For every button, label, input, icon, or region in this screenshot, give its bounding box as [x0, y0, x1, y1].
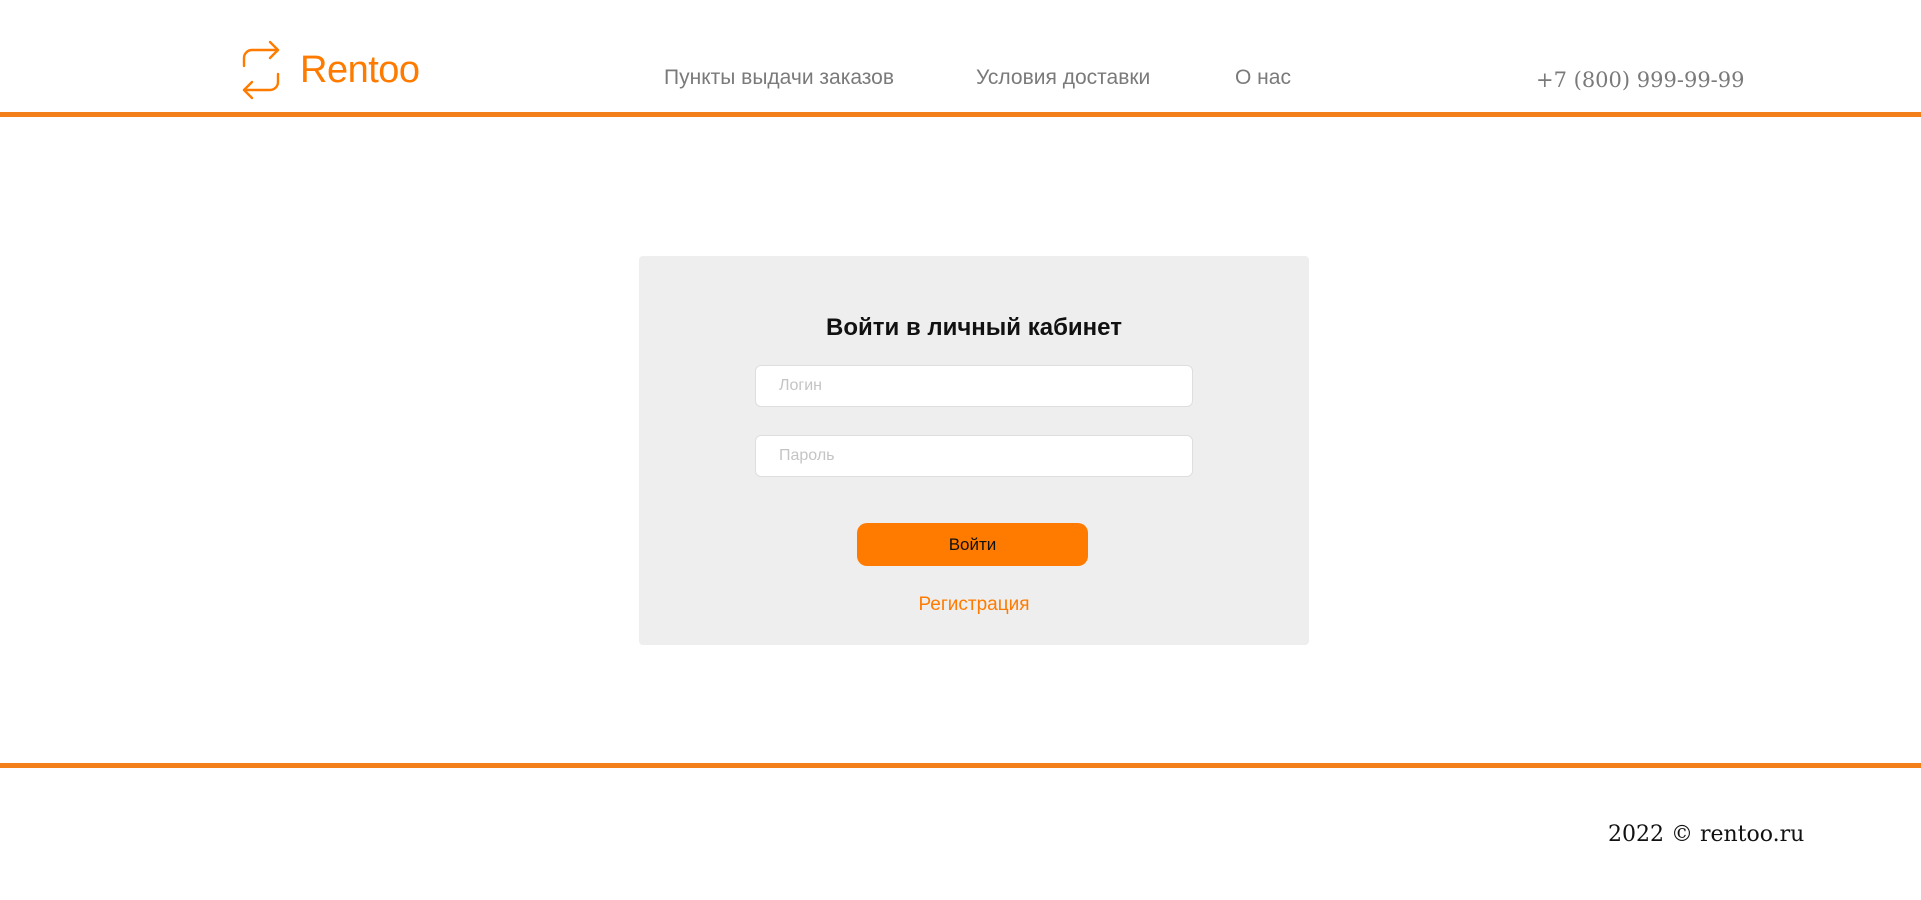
page: Rentoo Пункты выдачи заказов Условия дос…	[0, 0, 1921, 900]
copyright-text: 2022 © rentoo.ru	[1608, 822, 1805, 847]
nav-about[interactable]: О нас	[1235, 66, 1291, 90]
site-header: Rentoo Пункты выдачи заказов Условия дос…	[0, 0, 1921, 117]
nav-delivery-terms[interactable]: Условия доставки	[976, 66, 1150, 90]
login-button[interactable]: Войти	[857, 523, 1088, 566]
nav-pickup-points[interactable]: Пункты выдачи заказов	[664, 66, 894, 90]
phone-number[interactable]: +7 (800) 999-99-99	[1536, 68, 1745, 92]
logo-text: Rentoo	[300, 48, 420, 91]
register-link[interactable]: Регистрация	[639, 594, 1309, 616]
repeat-arrows-icon	[240, 40, 282, 100]
password-input[interactable]	[755, 435, 1193, 477]
login-title: Войти в личный кабинет	[826, 314, 1122, 341]
login-card: Войти в личный кабинет Войти Регистрация	[639, 256, 1309, 645]
login-input[interactable]	[755, 365, 1193, 407]
logo-link[interactable]: Rentoo	[240, 40, 420, 100]
footer-divider	[0, 763, 1921, 768]
